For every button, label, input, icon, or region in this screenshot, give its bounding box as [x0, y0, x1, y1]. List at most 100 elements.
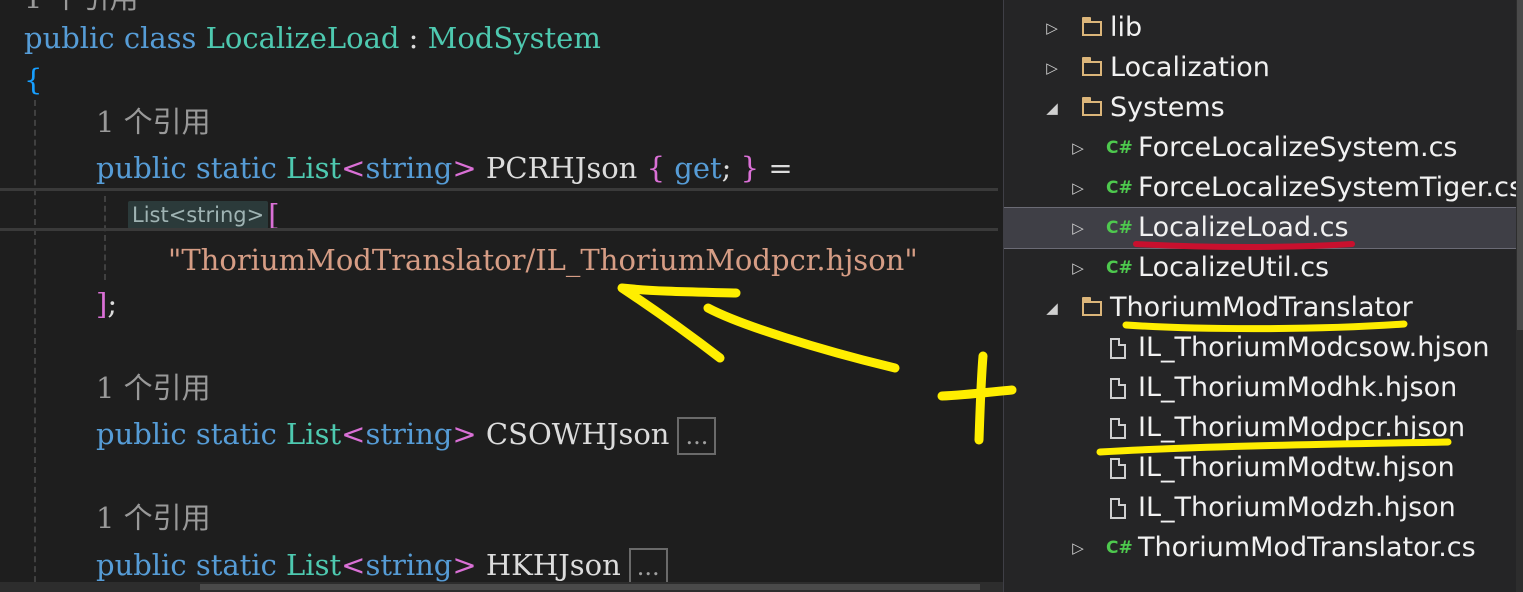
horizontal-scrollbar[interactable]	[0, 582, 1003, 592]
tree-item-label: Localization	[1110, 52, 1270, 83]
tree-item-systems[interactable]: ◢ Systems	[1004, 88, 1516, 128]
type-list: List	[286, 548, 342, 582]
class-name: LocalizeLoad	[205, 21, 400, 55]
collapse-arrow-icon[interactable]: ◢	[1042, 88, 1062, 128]
tree-item-label: lib	[1110, 12, 1143, 43]
code-line-pcr-property[interactable]: public static List<string> PCRHJson { ge…	[96, 148, 793, 188]
bracket-open: [	[268, 198, 280, 232]
keyword-public: public	[24, 21, 115, 55]
tree-item-force-localize-system-tiger[interactable]: ▷ C# ForceLocalizeSystemTiger.cs	[1004, 168, 1523, 208]
expand-arrow-icon[interactable]: ▷	[1068, 528, 1088, 568]
code-lens-reference[interactable]: 1 个引用	[96, 368, 211, 408]
keyword-string: string	[365, 151, 453, 185]
tree-item-localization[interactable]: ▷ Localization	[1004, 48, 1516, 88]
brace-open: {	[24, 63, 43, 97]
base-class-name: ModSystem	[427, 21, 601, 55]
tree-item-label: LocalizeLoad.cs	[1138, 212, 1349, 243]
code-line-collection-end[interactable]: ];	[96, 284, 117, 324]
tree-item-hjson-csow[interactable]: IL_ThoriumModcsow.hjson	[1004, 328, 1516, 368]
tree-item-label: IL_ThoriumModtw.hjson	[1138, 452, 1455, 483]
expand-arrow-icon[interactable]: ▷	[1068, 168, 1088, 208]
tree-item-localize-load[interactable]: ▷ C# LocalizeLoad.cs	[1004, 207, 1517, 249]
expand-arrow-icon[interactable]: ▷	[1042, 8, 1062, 48]
tree-item-label: ForceLocalizeSystemTiger.cs	[1138, 172, 1523, 203]
keyword-public: public	[96, 151, 187, 185]
keyword-public: public	[96, 417, 187, 451]
brace-close: }	[740, 151, 760, 185]
tree-item-label: ThoriumModTranslator	[1110, 292, 1413, 323]
colon: :	[399, 21, 428, 55]
angle-open: <	[341, 151, 366, 185]
code-lens-reference[interactable]: 1 个引用	[96, 102, 211, 142]
code-editor[interactable]: 1 个引用 public class LocalizeLoad : ModSys…	[0, 0, 1003, 592]
tree-item-label: LocalizeUtil.cs	[1138, 252, 1330, 283]
expand-arrow-icon[interactable]: ▷	[1068, 128, 1088, 168]
semicolon: ;	[107, 287, 118, 321]
collapsed-region-button[interactable]: ...	[677, 417, 717, 455]
tree-item-label: IL_ThoriumModhk.hjson	[1138, 372, 1458, 403]
bracket-close: ]	[96, 287, 108, 321]
tree-item-hjson-hk[interactable]: IL_ThoriumModhk.hjson	[1004, 368, 1516, 408]
csharp-file-icon: C#	[1106, 178, 1133, 198]
scrollbar-thumb[interactable]	[1517, 0, 1523, 330]
code-line-class-declaration[interactable]: public class LocalizeLoad : ModSystem	[24, 18, 601, 58]
csharp-file-icon: C#	[1106, 138, 1133, 158]
type-list: List	[286, 151, 342, 185]
collapsed-region-button[interactable]: ...	[628, 548, 668, 586]
tree-item-hjson-zh[interactable]: IL_ThoriumModzh.hjson	[1004, 488, 1516, 528]
expand-arrow-icon[interactable]: ▷	[1042, 48, 1062, 88]
tree-item-hjson-pcr[interactable]: IL_ThoriumModpcr.hjson	[1004, 408, 1516, 448]
angle-open: <	[341, 417, 366, 451]
keyword-class: class	[123, 21, 197, 55]
csharp-file-icon: C#	[1106, 258, 1133, 278]
code-lens-reference[interactable]: 1 个引用	[24, 0, 139, 18]
angle-close: >	[452, 548, 477, 582]
file-icon	[1110, 378, 1126, 399]
tree-item-localize-util[interactable]: ▷ C# LocalizeUtil.cs	[1004, 248, 1516, 288]
code-line-string-value[interactable]: "ThoriumModTranslator/IL_ThoriumModpcr.h…	[168, 240, 918, 280]
angle-open: <	[341, 548, 366, 582]
code-lens-reference[interactable]: 1 个引用	[96, 498, 211, 538]
folder-icon	[1082, 57, 1102, 76]
file-icon	[1110, 418, 1126, 439]
csharp-file-icon: C#	[1106, 218, 1133, 238]
tree-item-label: IL_ThoriumModzh.hjson	[1138, 492, 1456, 523]
line-separator	[0, 188, 998, 191]
keyword-string: string	[365, 548, 453, 582]
inlay-type-hint: List<string>	[128, 201, 269, 229]
indent-guide	[34, 100, 36, 592]
scrollbar-thumb[interactable]	[200, 584, 980, 590]
tree-item-hjson-tw[interactable]: IL_ThoriumModtw.hjson	[1004, 448, 1516, 488]
code-line-hk-property[interactable]: public static List<string> HKHJson...	[96, 545, 668, 586]
expand-arrow-icon[interactable]: ▷	[1068, 208, 1088, 248]
expand-arrow-icon[interactable]: ▷	[1068, 248, 1088, 288]
tree-item-label: ThoriumModTranslator.cs	[1138, 532, 1476, 563]
folder-icon	[1082, 97, 1102, 116]
tree-item-force-localize-system[interactable]: ▷ C# ForceLocalizeSystem.cs	[1004, 128, 1516, 168]
property-name: CSOWHJson	[485, 417, 670, 451]
keyword-static: static	[195, 548, 277, 582]
tree-item-thorium-mod-translator-folder[interactable]: ◢ ThoriumModTranslator	[1004, 288, 1516, 328]
keyword-get: get	[674, 151, 722, 185]
angle-close: >	[452, 151, 477, 185]
vertical-scrollbar[interactable]	[1516, 0, 1523, 592]
tree-item-lib[interactable]: ▷ lib	[1004, 8, 1516, 48]
file-icon	[1110, 338, 1126, 359]
code-lens-text: 1 个引用	[96, 371, 211, 405]
code-line-open-brace[interactable]: {	[24, 60, 42, 100]
tree-item-label: IL_ThoriumModcsow.hjson	[1138, 332, 1490, 363]
solution-explorer[interactable]: ▷ lib ▷ Localization ◢ Systems ▷ C# Forc…	[1003, 0, 1523, 592]
code-line-csow-property[interactable]: public static List<string> CSOWHJson...	[96, 414, 717, 455]
collapse-arrow-icon[interactable]: ◢	[1042, 288, 1062, 328]
code-lens-text: 1 个引用	[96, 501, 211, 535]
tree-item-label: IL_ThoriumModpcr.hjson	[1138, 412, 1466, 443]
tree-item-label: ForceLocalizeSystem.cs	[1138, 132, 1458, 163]
semicolon: ;	[721, 151, 732, 185]
string-literal: "ThoriumModTranslator/IL_ThoriumModpcr.h…	[168, 243, 918, 277]
keyword-static: static	[195, 417, 277, 451]
tree-item-thorium-mod-translator-cs[interactable]: ▷ C# ThoriumModTranslator.cs	[1004, 528, 1516, 568]
keyword-public: public	[96, 548, 187, 582]
folder-icon	[1082, 297, 1102, 316]
angle-close: >	[452, 417, 477, 451]
code-lens-text: 1 个引用	[96, 105, 211, 139]
